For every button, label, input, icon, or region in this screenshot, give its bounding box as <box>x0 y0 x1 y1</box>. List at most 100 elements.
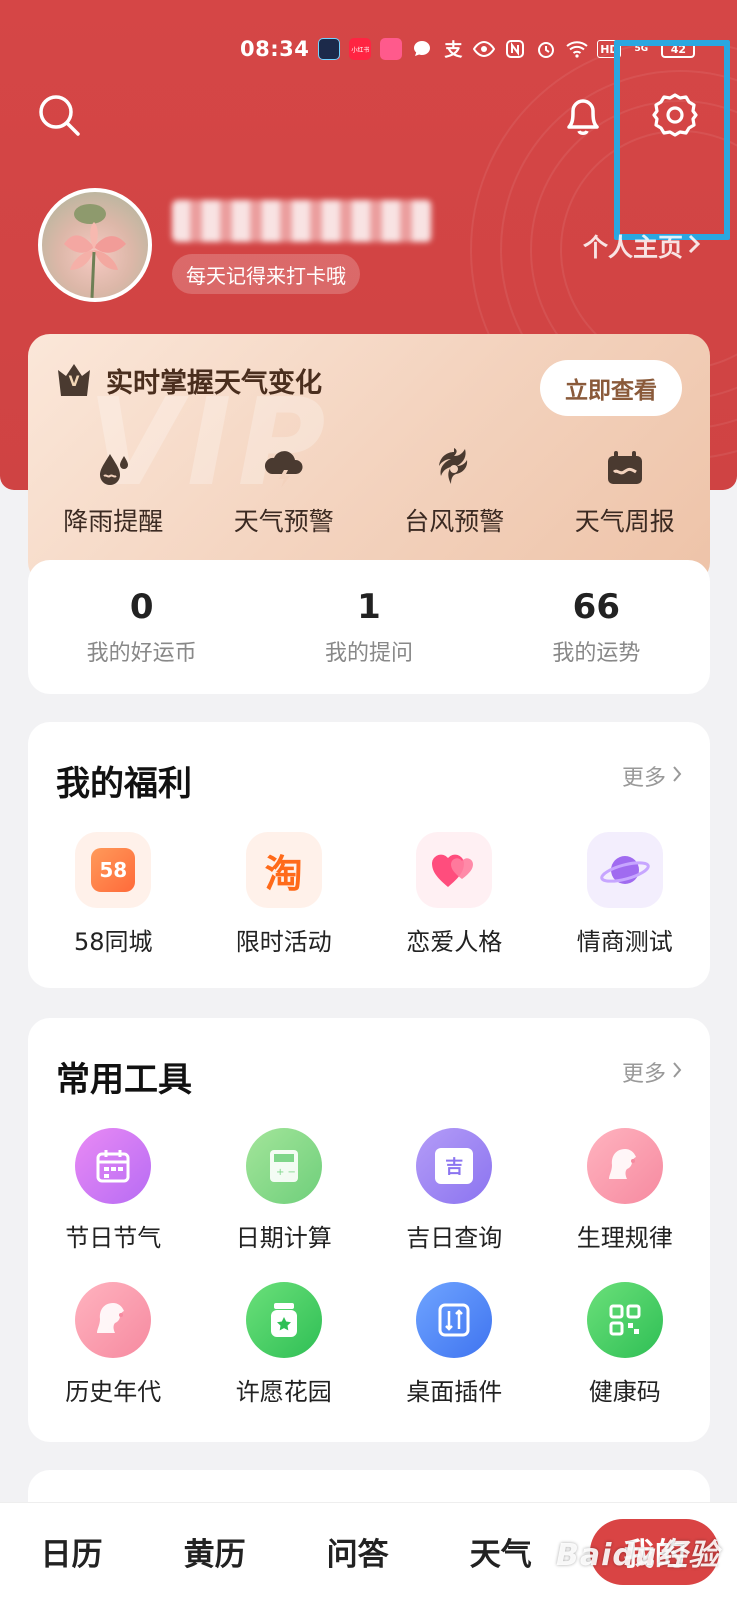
tools-more-link[interactable]: 更多 <box>622 1056 682 1088</box>
stat-my-fortune[interactable]: 66 我的运势 <box>483 560 710 694</box>
calendar-report-icon <box>602 446 648 492</box>
planet-icon <box>586 832 663 908</box>
tools-grid-row-2: 历史年代 许愿花园 桌面插件 健康码 <box>28 1282 710 1407</box>
58-tongcheng-icon: 58 <box>75 832 152 908</box>
vip-title-row: V 实时掌握天气变化 <box>54 360 322 400</box>
nfc-icon <box>504 38 526 60</box>
vip-feature-label: 天气预警 <box>233 507 334 536</box>
vip-crown-icon: V <box>54 360 94 400</box>
rain-drop-icon <box>90 446 136 492</box>
eye-icon <box>473 38 496 60</box>
username-blurred <box>172 200 432 242</box>
calendar-icon <box>75 1128 152 1204</box>
stat-label: 我的运势 <box>552 641 641 666</box>
baidu-jingyan-watermark: Baidu经验 <box>556 1538 720 1573</box>
grid-label: 情商测试 <box>576 928 673 956</box>
grid-label: 恋爱人格 <box>406 928 503 956</box>
xiaohongshu-icon: 小红书 <box>349 38 372 60</box>
welfare-item-limited-activity[interactable]: 淘 限时活动 <box>199 832 370 957</box>
tool-lucky-day[interactable]: 吉 吉日查询 <box>369 1128 540 1253</box>
chevron-right-icon <box>672 1060 682 1085</box>
storm-cloud-icon <box>261 446 307 492</box>
tools-section: 常用工具 更多 节日节气 + − 日期计算 吉 吉日查询 生理规律 历史年代 许… <box>28 1018 710 1442</box>
grid-label: 桌面插件 <box>406 1378 503 1406</box>
grid-label: 58同城 <box>73 928 153 956</box>
grid-label: 健康码 <box>588 1378 661 1406</box>
stat-value: 66 <box>572 587 620 627</box>
qr-code-icon <box>586 1282 663 1358</box>
avatar[interactable] <box>38 188 152 302</box>
taobao-icon: 淘 <box>245 832 322 908</box>
vip-feature-weekly-report[interactable]: 天气周报 <box>540 446 711 538</box>
typhoon-icon <box>431 446 477 492</box>
tool-festivals[interactable]: 节日节气 <box>28 1128 199 1253</box>
grid-label: 节日节气 <box>65 1224 162 1252</box>
more-label: 更多 <box>621 766 666 791</box>
tool-date-calc[interactable]: + − 日期计算 <box>199 1128 370 1253</box>
welfare-grid: 58 58同城 淘 限时活动 恋爱人格 情商测试 <box>28 832 710 957</box>
alipay-icon: 支 <box>444 40 463 61</box>
stat-lucky-coins[interactable]: 0 我的好运币 <box>28 560 255 694</box>
tool-wish-garden[interactable]: 许愿花园 <box>199 1282 370 1407</box>
status-time: 08:34 <box>240 37 310 61</box>
tool-history[interactable]: 历史年代 <box>28 1282 199 1407</box>
stat-label: 我的提问 <box>324 641 413 666</box>
stat-value: 0 <box>129 587 154 627</box>
chevron-right-icon <box>687 232 701 261</box>
woman-profile-icon <box>75 1282 152 1358</box>
grid-label: 日期计算 <box>235 1224 332 1252</box>
welfare-item-eq-test[interactable]: 情商测试 <box>540 832 711 957</box>
settings-highlight-box <box>614 40 730 240</box>
notification-bell-icon[interactable] <box>556 88 610 142</box>
woman-profile-icon <box>586 1128 663 1204</box>
grid-label: 限时活动 <box>235 928 332 956</box>
welfare-more-link[interactable]: 更多 <box>622 760 682 792</box>
vip-features: 降雨提醒 天气预警 台风预警 天气周报 <box>28 446 710 538</box>
search-icon[interactable] <box>32 88 86 142</box>
grid-label: 吉日查询 <box>406 1224 503 1252</box>
section-title: 常用工具 <box>56 1060 192 1100</box>
tools-grid-row-1: 节日节气 + − 日期计算 吉 吉日查询 生理规律 <box>28 1128 710 1253</box>
tool-desktop-widget[interactable]: 桌面插件 <box>369 1282 540 1407</box>
profile-link[interactable]: 个人主页 <box>583 228 701 264</box>
hearts-icon <box>416 832 493 908</box>
grid-label: 许愿花园 <box>235 1378 332 1406</box>
vip-feature-label: 天气周报 <box>574 507 675 536</box>
widget-icon <box>416 1282 493 1358</box>
grid-label: 生理规律 <box>576 1224 673 1252</box>
signature-text[interactable]: 每天记得来打卡哦 <box>172 254 360 294</box>
alarm-icon <box>535 38 557 60</box>
lucky-day-icon: 吉 <box>416 1128 493 1204</box>
vip-title: 实时掌握天气变化 <box>106 367 322 399</box>
wifi-icon <box>566 38 588 60</box>
chevron-right-icon <box>672 764 682 789</box>
nav-tab-weather[interactable]: 天气 <box>429 1529 572 1574</box>
message-icon <box>411 38 433 60</box>
view-now-button[interactable]: 立即查看 <box>540 360 682 416</box>
svg-text:+ −: + − <box>276 1167 296 1178</box>
nav-tab-calendar[interactable]: 日历 <box>0 1529 143 1574</box>
nav-tab-qa[interactable]: 问答 <box>286 1529 429 1574</box>
vip-card[interactable]: VIP V 实时掌握天气变化 立即查看 降雨提醒 天气预警 台风预警 天气周报 <box>28 334 710 584</box>
stats-card: 0 我的好运币 1 我的提问 66 我的运势 <box>28 560 710 694</box>
vip-feature-typhoon-warning[interactable]: 台风预警 <box>369 446 540 538</box>
welfare-section: 我的福利 更多 58 58同城 淘 限时活动 恋爱人格 情商测试 <box>28 722 710 988</box>
stat-label: 我的好运币 <box>86 641 197 666</box>
app-icon <box>318 38 341 60</box>
vip-feature-weather-warning[interactable]: 天气预警 <box>199 446 370 538</box>
grid-label: 历史年代 <box>65 1378 162 1406</box>
stat-value: 1 <box>357 587 381 627</box>
section-title: 我的福利 <box>56 764 192 804</box>
welfare-item-love-personality[interactable]: 恋爱人格 <box>369 832 540 957</box>
vip-feature-label: 台风预警 <box>404 507 505 536</box>
stat-my-questions[interactable]: 1 我的提问 <box>255 560 482 694</box>
vip-feature-label: 降雨提醒 <box>63 507 164 536</box>
more-label: 更多 <box>621 1062 666 1087</box>
nav-tab-almanac[interactable]: 黄历 <box>143 1529 286 1574</box>
swan-icon <box>380 38 403 60</box>
tool-physiology[interactable]: 生理规律 <box>540 1128 711 1253</box>
tool-health-code[interactable]: 健康码 <box>540 1282 711 1407</box>
vip-feature-rain-alert[interactable]: 降雨提醒 <box>28 446 199 538</box>
wish-jar-icon <box>245 1282 322 1358</box>
welfare-item-58[interactable]: 58 58同城 <box>28 832 199 957</box>
